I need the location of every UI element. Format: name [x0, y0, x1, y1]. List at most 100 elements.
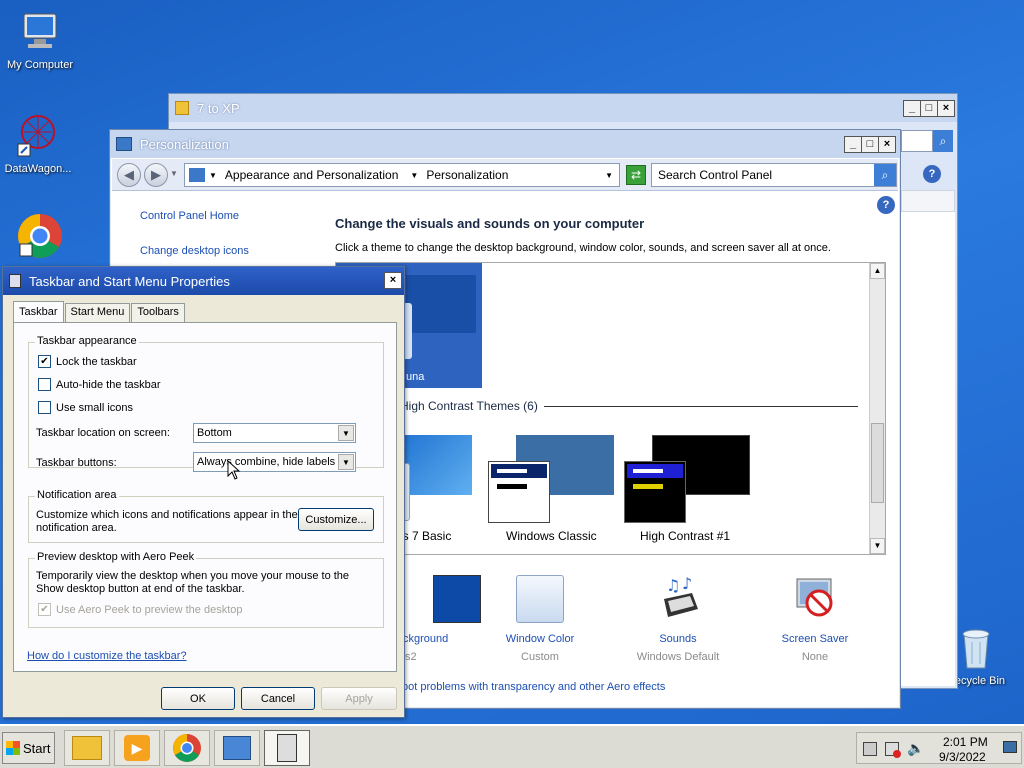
window-color-item[interactable]: Window Color Custom [500, 575, 580, 663]
maximize-button[interactable]: □ [920, 100, 938, 117]
folder-icon [175, 101, 189, 115]
address-bar[interactable]: ▼ Appearance and Personalization ▼ Perso… [184, 163, 620, 187]
close-button[interactable]: × [384, 272, 402, 289]
desktop-background-value: s2 [405, 651, 417, 663]
desktop-background-item[interactable]: ckground s2 [395, 575, 485, 663]
sidebar-link-change-desktop-icons[interactable]: Change desktop icons [140, 245, 249, 257]
back-button[interactable]: ◀ [117, 163, 141, 187]
dialog-taskbar-properties[interactable]: Taskbar and Start Menu Properties × Task… [2, 266, 405, 718]
checkbox-box[interactable]: ✔ [38, 355, 51, 368]
chrome-icon [173, 734, 201, 762]
page-subheading: Click a theme to change the desktop back… [335, 242, 831, 254]
checkbox-box[interactable] [38, 401, 51, 414]
group-title: Preview desktop with Aero Peek [35, 551, 197, 563]
show-desktop-icon[interactable] [1003, 741, 1017, 753]
window-color-icon [516, 575, 564, 623]
forward-button[interactable]: ▶ [144, 163, 168, 187]
sidebar-link-control-panel-home[interactable]: Control Panel Home [140, 210, 239, 222]
screen-saver-label[interactable]: Screen Saver [765, 633, 865, 645]
checkbox-box[interactable] [38, 378, 51, 391]
tab-start-menu[interactable]: Start Menu [64, 303, 131, 323]
taskbar-properties-button[interactable] [264, 730, 310, 766]
help-icon[interactable]: ? [923, 165, 941, 183]
customize-button[interactable]: Customize... [298, 508, 374, 531]
taskbar-control-panel-button[interactable] [214, 730, 260, 766]
troubleshoot-link[interactable]: oot problems with transparency and other… [402, 681, 665, 693]
sounds-label[interactable]: Sounds [628, 633, 728, 645]
start-button[interactable]: Start [2, 732, 55, 764]
theme-label: una [406, 371, 425, 383]
computer-icon [16, 8, 64, 56]
aero-peek-checkbox[interactable]: ✔ Use Aero Peek to preview the desktop [38, 603, 243, 616]
chevron-down-icon[interactable]: ▼ [338, 425, 354, 441]
search-icon[interactable]: ⌕ [874, 164, 896, 186]
chevron-down-icon[interactable]: ▼ [338, 454, 354, 470]
title-bar[interactable]: Personalization [110, 130, 900, 158]
control-panel-icon [223, 736, 251, 760]
scroll-down-button[interactable]: ▼ [870, 538, 885, 554]
taskbar-explorer-button[interactable] [64, 730, 110, 766]
checkbox-box[interactable]: ✔ [38, 603, 51, 616]
window-color-label[interactable]: Window Color [500, 633, 580, 645]
tab-toolbars[interactable]: Toolbars [131, 303, 185, 323]
desktop-icon-datawagon[interactable]: DataWagon... [0, 112, 78, 175]
small-icons-checkbox[interactable]: Use small icons [38, 401, 133, 414]
buttons-label: Taskbar buttons: [36, 457, 117, 469]
theme-item-high-contrast-1[interactable]: High Contrast #1 [622, 433, 762, 545]
clock-time[interactable]: 2:01 PM [943, 735, 988, 749]
tab-panel-taskbar: Taskbar appearance ✔ Lock the taskbar Aut… [13, 322, 397, 672]
sounds-item[interactable]: ♫ ♪ Sounds Windows Default [628, 574, 728, 663]
search-input[interactable]: Search Control Panel [651, 163, 897, 187]
action-center-icon[interactable] [885, 742, 901, 758]
apply-button[interactable]: Apply [321, 687, 397, 710]
maximize-button[interactable]: □ [861, 136, 879, 153]
theme-label: Windows Classic [506, 529, 597, 543]
close-button[interactable]: × [878, 136, 896, 153]
history-dropdown-icon[interactable]: ▼ [170, 169, 178, 178]
dialog-title: Taskbar and Start Menu Properties [29, 273, 230, 289]
aero-peek-description: Temporarily view the desktop when you mo… [36, 570, 350, 595]
refresh-button[interactable]: ⇄ [626, 165, 646, 185]
desktop-background-label[interactable]: ckground [395, 633, 485, 645]
desktop-icon-chrome[interactable] [0, 212, 80, 263]
theme-preview [406, 275, 476, 333]
help-link[interactable]: How do I customize the taskbar? [27, 650, 187, 662]
volume-icon[interactable]: 🔈 [907, 740, 924, 757]
lock-taskbar-checkbox[interactable]: ✔ Lock the taskbar [38, 355, 137, 368]
search-icon[interactable]: ⌕ [933, 130, 953, 152]
help-icon[interactable]: ? [877, 196, 895, 214]
group-title: Notification area [35, 489, 119, 501]
desktop-icon-my-computer[interactable]: My Computer [0, 8, 80, 71]
cancel-button[interactable]: Cancel [241, 687, 315, 710]
breadcrumb-item[interactable]: Appearance and Personalization [225, 168, 398, 182]
clock-date[interactable]: 9/3/2022 [939, 750, 986, 764]
minimize-button[interactable]: _ [844, 136, 862, 153]
taskbar: Start ▶ 🔈 2:01 PM 9/3/2022 [0, 724, 1024, 768]
screen-saver-item[interactable]: Screen Saver None [765, 575, 865, 663]
taskbar-chrome-button[interactable] [164, 730, 210, 766]
search-box[interactable] [901, 130, 933, 152]
theme-list-scrollbar[interactable]: ▲ ▼ [869, 263, 885, 554]
theme-item-windows-classic[interactable]: Windows Classic [486, 433, 622, 545]
scroll-thumb[interactable] [871, 423, 884, 503]
autohide-taskbar-checkbox[interactable]: Auto-hide the taskbar [38, 378, 161, 391]
desktop-icon-label: DataWagon... [4, 163, 72, 175]
taskbar-media-player-button[interactable]: ▶ [114, 730, 160, 766]
minimize-button[interactable]: _ [903, 100, 921, 117]
address-dropdown-icon[interactable]: ▼ [605, 171, 613, 180]
windows-logo-icon [6, 741, 20, 755]
sounds-icon: ♫ ♪ [654, 574, 702, 623]
network-icon[interactable] [863, 742, 877, 756]
mouse-cursor-icon [227, 460, 241, 480]
ok-button[interactable]: OK [161, 687, 235, 710]
taskbar-location-select[interactable]: Bottom ▼ [193, 423, 356, 443]
title-bar[interactable]: Taskbar and Start Menu Properties [3, 267, 404, 295]
taskbar-properties-icon [277, 734, 297, 762]
window-color-value: Custom [521, 651, 559, 663]
taskbar-buttons-select[interactable]: Always combine, hide labels ▼ [193, 452, 356, 472]
scroll-up-button[interactable]: ▲ [870, 263, 885, 279]
close-button[interactable]: × [937, 100, 955, 117]
breadcrumb-item[interactable]: Personalization [426, 168, 508, 182]
tab-taskbar[interactable]: Taskbar [13, 301, 64, 323]
title-bar[interactable]: 7 to XP [169, 94, 957, 122]
